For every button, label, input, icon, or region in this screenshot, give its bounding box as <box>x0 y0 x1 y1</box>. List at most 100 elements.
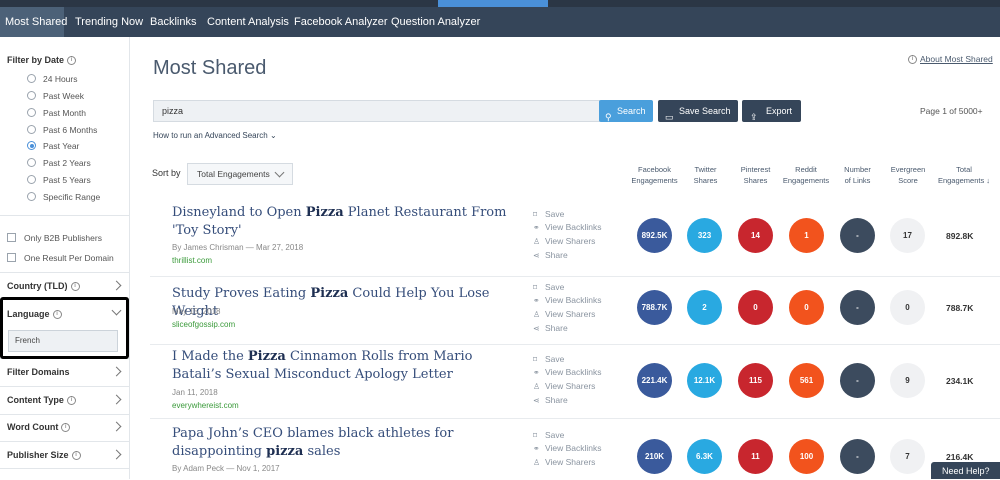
col-evergreen[interactable]: Evergreen Score <box>883 164 933 186</box>
links-count: - <box>840 439 875 474</box>
pinterest-count: 11 <box>738 439 773 474</box>
divider <box>0 215 130 216</box>
filter-sidebar: Filter by Date i 24 Hours Past Week Past … <box>0 37 130 479</box>
share-action[interactable]: ⋖ Share <box>533 250 568 260</box>
reddit-count: 1 <box>789 218 824 253</box>
bookmark-icon: ⌑ <box>533 355 538 364</box>
view-sharers-action[interactable]: ♙ View Sharers <box>533 309 595 319</box>
total-engagements: 234.1K <box>946 376 974 386</box>
view-backlinks-action[interactable]: ⚭ View Backlinks <box>533 367 602 377</box>
view-sharers-action[interactable]: ♙ View Sharers <box>533 381 595 391</box>
col-twitter[interactable]: Twitter Shares <box>683 164 728 186</box>
chevron-down-icon: ⌄ <box>269 131 277 140</box>
article-domain[interactable]: sliceofgossip.com <box>172 320 235 329</box>
content-type-filter[interactable]: Content Type i <box>0 387 130 414</box>
share-icon: ⋖ <box>533 251 540 260</box>
filter-by-date-heading: Filter by Date i <box>7 55 77 66</box>
col-pinterest[interactable]: Pinterest Shares <box>733 164 778 186</box>
nav-question-analyzer[interactable]: Question Analyzer <box>391 7 480 37</box>
nav-facebook-analyzer[interactable]: Facebook Analyzer <box>294 7 388 37</box>
save-action[interactable]: ⌑ Save <box>533 282 564 292</box>
row-divider <box>150 418 1000 419</box>
reddit-count: 561 <box>789 363 824 398</box>
user-icon: ♙ <box>533 237 541 246</box>
language-input[interactable]: French <box>8 330 118 352</box>
info-icon[interactable]: i <box>61 423 71 433</box>
row-divider <box>150 276 1000 277</box>
share-action[interactable]: ⋖ Share <box>533 395 568 405</box>
evergreen-score: 7 <box>890 439 925 474</box>
info-icon[interactable]: i <box>66 396 76 406</box>
view-backlinks-action[interactable]: ⚭ View Backlinks <box>533 295 602 305</box>
info-icon[interactable]: i <box>71 451 81 461</box>
advanced-search-link[interactable]: How to run an Advanced Search ⌄ <box>153 131 277 140</box>
article-title[interactable]: Study Proves Eating Pizza Could Help You… <box>172 285 512 321</box>
article-title[interactable]: Disneyland to Open Pizza Planet Restaura… <box>172 204 512 240</box>
article-meta: Jan 11, 2018 <box>172 388 218 397</box>
col-facebook[interactable]: Facebook Engagements <box>627 164 682 186</box>
reddit-count: 0 <box>789 290 824 325</box>
save-action[interactable]: ⌑ Save <box>533 430 564 440</box>
page-info: Page 1 of 5000+ <box>920 106 983 116</box>
facebook-count: 210K <box>637 439 672 474</box>
article-domain[interactable]: everywhereist.com <box>172 401 239 410</box>
filter-domains[interactable]: Filter Domains <box>0 359 130 386</box>
total-engagements: 892.8K <box>946 231 974 241</box>
nav-backlinks[interactable]: Backlinks <box>150 7 196 37</box>
info-icon[interactable]: i <box>67 56 77 66</box>
article-title[interactable]: I Made the Pizza Cinnamon Rolls from Mar… <box>172 348 512 384</box>
link-icon: ⚭ <box>533 368 540 377</box>
reddit-count: 100 <box>789 439 824 474</box>
publisher-size-filter[interactable]: Publisher Size i <box>0 442 130 469</box>
view-backlinks-action[interactable]: ⚭ View Backlinks <box>533 222 602 232</box>
about-most-shared-link[interactable]: i About Most Shared <box>908 54 993 65</box>
folder-icon: ▭ <box>665 112 674 122</box>
top-strip-highlight <box>438 0 548 7</box>
chevron-right-icon <box>111 394 122 405</box>
country-filter[interactable]: Country (TLD) i <box>0 273 130 300</box>
user-icon: ♙ <box>533 458 541 467</box>
share-icon: ⋖ <box>533 324 540 333</box>
save-search-button[interactable]: ▭ Save Search <box>658 100 738 122</box>
sort-select[interactable]: Total Engagements <box>187 163 293 185</box>
total-engagements: 788.7K <box>946 303 974 313</box>
col-total[interactable]: Total Engagements ↓ <box>933 164 995 186</box>
pinterest-count: 115 <box>738 363 773 398</box>
row-divider <box>150 344 1000 345</box>
save-action[interactable]: ⌑ Save <box>533 354 564 364</box>
link-icon: ⚭ <box>533 223 540 232</box>
col-reddit[interactable]: Reddit Engagements <box>778 164 834 186</box>
link-icon: ⚭ <box>533 296 540 305</box>
save-action[interactable]: ⌑ Save <box>533 209 564 219</box>
bookmark-icon: ⌑ <box>533 431 538 440</box>
view-sharers-action[interactable]: ♙ View Sharers <box>533 236 595 246</box>
article-meta: By James Chrisman — Mar 27, 2018 <box>172 243 304 252</box>
export-button[interactable]: ⇪ Export <box>742 100 801 122</box>
facebook-count: 788.7K <box>637 290 672 325</box>
divider <box>0 468 130 469</box>
nav-trending-now[interactable]: Trending Now <box>75 7 143 37</box>
user-icon: ♙ <box>533 310 541 319</box>
share-action[interactable]: ⋖ Share <box>533 323 568 333</box>
search-input[interactable]: pizza <box>153 100 600 122</box>
view-backlinks-action[interactable]: ⚭ View Backlinks <box>533 443 602 453</box>
col-links[interactable]: Number of Links <box>835 164 880 186</box>
word-count-filter[interactable]: Word Count i <box>0 414 130 441</box>
info-icon: i <box>908 55 917 65</box>
info-icon[interactable]: i <box>70 282 80 292</box>
nav-content-analysis[interactable]: Content Analysis <box>207 7 289 37</box>
search-icon: ⚲ <box>605 112 612 122</box>
nav-most-shared[interactable]: Most Shared <box>0 7 67 37</box>
view-sharers-action[interactable]: ♙ View Sharers <box>533 457 595 467</box>
facebook-count: 221.4K <box>637 363 672 398</box>
search-button[interactable]: ⚲ Search <box>599 100 653 122</box>
pinterest-count: 0 <box>738 290 773 325</box>
article-title[interactable]: Papa John’s CEO blames black athletes fo… <box>172 425 512 461</box>
evergreen-score: 0 <box>890 290 925 325</box>
facebook-count: 892.5K <box>637 218 672 253</box>
article-domain[interactable]: thrillist.com <box>172 256 212 265</box>
chevron-right-icon <box>111 449 122 460</box>
top-strip <box>0 0 1000 7</box>
evergreen-score: 9 <box>890 363 925 398</box>
need-help-button[interactable]: Need Help? <box>931 462 1000 479</box>
